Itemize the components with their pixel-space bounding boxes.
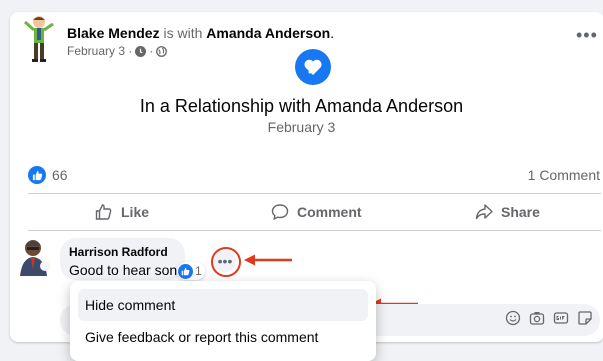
- comment-options-menu: Hide comment Give feedback or report thi…: [70, 281, 376, 361]
- post-meta: February 3 · ·: [67, 44, 168, 58]
- like-reaction-icon: [178, 263, 193, 279]
- hide-comment-menu-item[interactable]: Hide comment: [78, 289, 368, 321]
- globe-icon[interactable]: [156, 45, 168, 57]
- comment-count[interactable]: 1 Comment: [528, 167, 600, 183]
- comment-icon: [271, 204, 289, 221]
- post-options-icon[interactable]: •••: [576, 26, 598, 44]
- report-comment-menu-item[interactable]: Give feedback or report this comment: [78, 321, 368, 353]
- annotation-arrow: [244, 254, 292, 266]
- author-name[interactable]: Blake Mendez: [67, 25, 160, 41]
- comment-reactions[interactable]: 1: [177, 262, 205, 280]
- divider: [28, 193, 601, 194]
- divider: [28, 230, 601, 231]
- gif-icon[interactable]: [553, 310, 569, 326]
- author-avatar[interactable]: [22, 14, 56, 64]
- event-title: In a Relationship with Amanda Anderson: [139, 96, 464, 116]
- share-button[interactable]: Share: [475, 202, 540, 222]
- emoji-icon[interactable]: [505, 310, 521, 326]
- post-date[interactable]: February 3 ·: [67, 44, 132, 58]
- life-event-badge: [295, 49, 331, 85]
- header-tail: .: [330, 25, 335, 41]
- comment-reaction-count: 1: [195, 264, 202, 278]
- like-icon: [95, 204, 112, 220]
- heart-icon: [304, 59, 322, 75]
- comment-button[interactable]: Comment: [271, 202, 362, 222]
- event-date: February 3: [267, 119, 336, 135]
- meta-separator: ·: [149, 44, 154, 58]
- like-label: Like: [121, 204, 150, 220]
- like-reaction-icon: [28, 166, 46, 184]
- reaction-count: 66: [52, 167, 68, 183]
- with-text: is with: [159, 25, 207, 41]
- comment-label: Comment: [297, 204, 362, 220]
- comment-input-tools: [505, 310, 593, 326]
- share-label: Share: [501, 204, 540, 220]
- tagged-name[interactable]: Amanda Anderson: [206, 25, 330, 41]
- commenter-avatar[interactable]: [18, 238, 54, 276]
- camera-icon[interactable]: [529, 310, 545, 326]
- share-icon: [475, 204, 493, 220]
- sticker-icon[interactable]: [577, 310, 593, 326]
- like-button[interactable]: Like: [95, 202, 149, 222]
- commenter-name[interactable]: Harrison Radford: [69, 246, 168, 259]
- reaction-summary[interactable]: 66: [28, 166, 68, 184]
- post-header-line: Blake Mendez is with Amanda Anderson.: [67, 25, 334, 41]
- annotation-highlight-ring: [211, 247, 241, 277]
- comment-text: Good to hear son: [69, 262, 178, 278]
- clock-icon: [135, 45, 147, 57]
